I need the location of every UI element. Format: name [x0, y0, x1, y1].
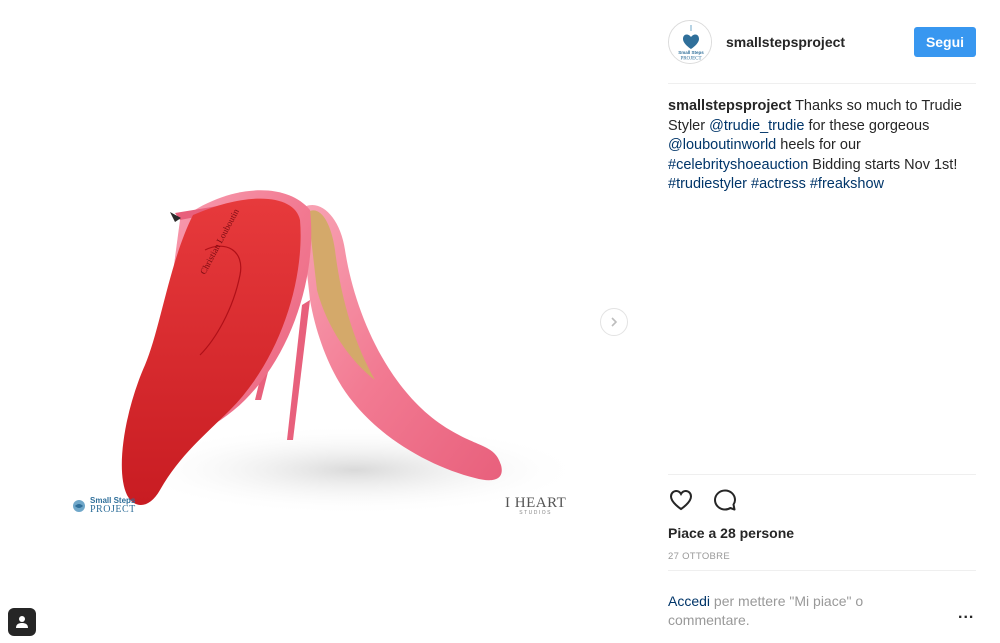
chevron-right-icon	[611, 317, 618, 327]
i-heart-watermark: I HEART STUDIOS	[505, 496, 566, 516]
follow-button[interactable]: Segui	[914, 27, 976, 57]
login-prompt: Accedi per mettere "Mi piace" o commenta…	[668, 592, 928, 630]
mention-trudie-trudie[interactable]: @trudie_trudie	[709, 118, 804, 134]
post-caption: smallstepsproject Thanks so much to Trud…	[668, 97, 968, 195]
caption-username[interactable]: smallstepsproject	[668, 98, 791, 114]
login-link[interactable]: Accedi	[668, 593, 710, 609]
header-username[interactable]: smallstepsproject	[726, 34, 845, 50]
next-image-button[interactable]	[600, 308, 628, 336]
watermark-left-line2: PROJECT	[90, 504, 136, 515]
comment-bubble-icon	[714, 489, 736, 511]
caption-text-3: heels for our	[776, 137, 861, 153]
post-media[interactable]: Christian Louboutin Small Steps PROJECT …	[0, 0, 650, 643]
avatar-line1: Small Steps	[678, 50, 704, 55]
small-steps-logo-icon: Small Steps PROJECT	[669, 21, 711, 63]
caption-text-2: for these gorgeous	[804, 117, 930, 134]
user-silhouette-icon	[16, 616, 28, 628]
post-side-panel: Small Steps PROJECT smallstepsproject Se…	[650, 0, 1000, 643]
hashtag-celebrityshoeauction[interactable]: #celebrityshoeauction	[668, 157, 808, 173]
login-prompt-area: Accedi per mettere "Mi piace" o commenta…	[668, 570, 976, 643]
heart-icon	[669, 489, 693, 511]
avatar[interactable]: Small Steps PROJECT	[668, 20, 712, 64]
comment-button[interactable]	[712, 487, 738, 513]
like-button[interactable]	[668, 487, 694, 513]
hashtag-actress[interactable]: #actress	[751, 176, 806, 192]
globe-logo-icon	[73, 500, 85, 512]
post-actions: Piace a 28 persone 27 OTTOBRE	[668, 474, 976, 584]
post-date[interactable]: 27 OTTOBRE	[668, 551, 730, 562]
more-options-button[interactable]: ...	[958, 605, 974, 623]
avatar-line2: PROJECT	[680, 57, 701, 62]
small-steps-watermark: Small Steps PROJECT	[72, 497, 136, 515]
profile-user-icon[interactable]	[8, 608, 36, 636]
mention-louboutinworld[interactable]: @louboutinworld	[668, 137, 776, 153]
watermark-right-line2: STUDIOS	[519, 510, 553, 516]
hashtag-trudiestyler[interactable]: #trudiestyler	[668, 176, 747, 192]
shoe-photo: Christian Louboutin	[121, 190, 585, 515]
hashtag-freakshow[interactable]: #freakshow	[810, 176, 884, 192]
post-header: Small Steps PROJECT smallstepsproject Se…	[668, 18, 976, 84]
watermark-right-line1: I HEART	[505, 495, 567, 511]
likes-count[interactable]: Piace a 28 persone	[668, 525, 794, 541]
caption-text-4: Bidding starts Nov 1st!	[808, 156, 958, 173]
